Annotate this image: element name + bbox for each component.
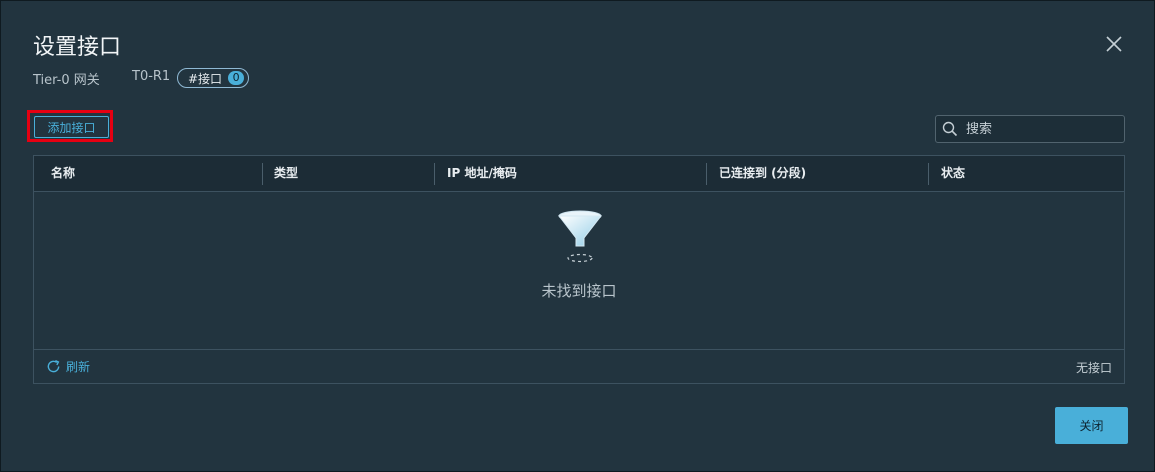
footer-count: 无接口 [1075,361,1112,375]
column-header-name[interactable]: 名称 [51,156,75,191]
search-box[interactable] [935,115,1125,143]
empty-state-text: 未找到接口 [541,282,617,300]
close-icon[interactable] [1103,33,1125,55]
gateway-type-label: Tier-0 网关 [33,73,100,88]
column-divider[interactable] [262,163,263,185]
refresh-icon [47,360,60,373]
column-header-connected[interactable]: 已连接到 (分段) [719,156,806,191]
search-input[interactable] [964,120,1118,138]
interfaces-tag[interactable]: #接口 0 [177,68,250,88]
grid-footer: 刷新 无接口 [34,349,1124,383]
refresh-label: 刷新 [66,360,91,374]
gateway-name: T0-R1 [132,69,171,84]
close-button[interactable]: 关闭 [1055,407,1128,444]
funnel-icon [557,210,603,263]
column-header-type[interactable]: 类型 [274,156,298,191]
column-header-ip[interactable]: IP 地址/掩码 [447,156,517,191]
search-icon [942,121,958,137]
column-header-status[interactable]: 状态 [941,156,965,191]
dialog-title: 设置接口 [33,35,122,60]
grid-header: 名称 类型 IP 地址/掩码 已连接到 (分段) 状态 [34,156,1124,192]
column-divider[interactable] [928,163,929,185]
refresh-button[interactable]: 刷新 [46,358,90,375]
interfaces-tag-label: #接口 [188,71,223,86]
setup-interfaces-dialog: 设置接口 Tier-0 网关 T0-R1 #接口 0 添加接口 名称 类型 IP… [0,0,1155,472]
interfaces-count-badge: 0 [228,71,245,85]
interfaces-grid: 名称 类型 IP 地址/掩码 已连接到 (分段) 状态 未找到接口 刷新 无接口 [33,155,1125,384]
add-interface-button[interactable]: 添加接口 [34,116,109,138]
column-divider[interactable] [434,163,435,185]
column-divider[interactable] [706,163,707,185]
